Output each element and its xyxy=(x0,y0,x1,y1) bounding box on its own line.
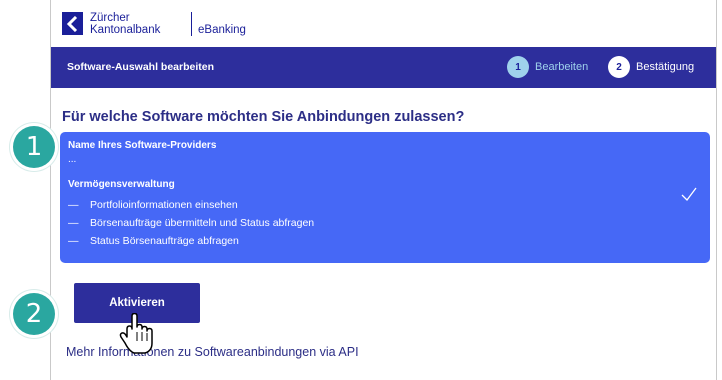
software-provider-card[interactable]: Name Ihres Software-Providers ... Vermög… xyxy=(60,132,710,263)
step-edit: 1 Bearbeiten xyxy=(507,56,588,78)
provider-label: Name Ihres Software-Providers xyxy=(68,140,217,151)
provider-value: ... xyxy=(68,154,77,165)
step-badge-1: 1 xyxy=(13,126,55,168)
page-title: Software-Auswahl bearbeiten xyxy=(67,61,215,73)
permission-label: Status Börsenaufträge abfragen xyxy=(90,235,239,247)
list-item: — Börsenaufträge übermitteln und Status … xyxy=(68,214,314,232)
zkb-logo-icon xyxy=(62,12,83,35)
logo-divider xyxy=(191,12,192,36)
step-label: Bearbeiten xyxy=(535,61,589,73)
permission-label: Börsenaufträge übermitteln und Status ab… xyxy=(90,217,315,229)
step-confirmation: 2 Bestätigung xyxy=(608,56,694,78)
process-header: Software-Auswahl bearbeiten 1 Bearbeiten… xyxy=(51,47,716,88)
permission-label: Portfolioinformationen einsehen xyxy=(90,199,238,211)
step-number: 2 xyxy=(608,56,630,78)
dash: — xyxy=(68,217,79,229)
bank-name: Zürcher Kantonalbank xyxy=(90,12,161,36)
step-badge-2: 2 xyxy=(13,293,55,335)
step-label: Bestätigung xyxy=(636,61,695,73)
app-name: eBanking xyxy=(198,24,246,36)
section-title: Vermögensverwaltung xyxy=(68,179,175,190)
dash: — xyxy=(68,199,79,211)
checkmark-icon xyxy=(680,186,698,207)
list-item: — Portfolioinformationen einsehen xyxy=(68,196,314,214)
section-question: Für welche Software möchten Sie Anbindun… xyxy=(62,109,465,125)
list-item: — Status Börsenaufträge abfragen xyxy=(68,232,314,250)
step-number: 1 xyxy=(507,56,529,78)
dash: — xyxy=(68,235,79,247)
hand-pointer-icon xyxy=(117,312,157,360)
permission-list: — Portfolioinformationen einsehen — Börs… xyxy=(68,196,314,250)
logo-bar: Zürcher Kantonalbank eBanking xyxy=(51,0,716,47)
more-info-link[interactable]: Mehr Informationen zu Softwareanbindunge… xyxy=(66,345,359,359)
